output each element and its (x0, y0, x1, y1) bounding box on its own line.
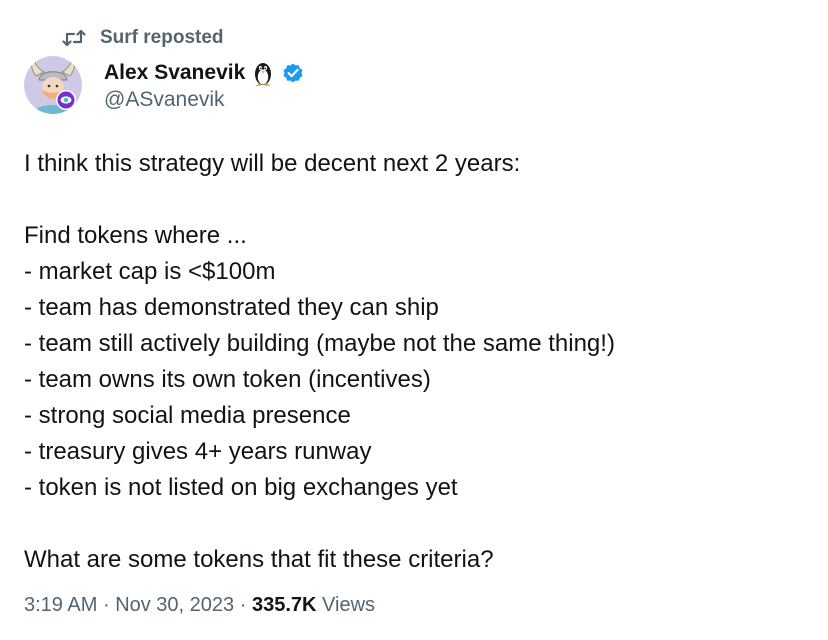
tweet-line: - team has demonstrated they can ship (24, 294, 439, 321)
tweet-date[interactable]: Nov 30, 2023 (115, 594, 234, 616)
meta-separator: · (102, 594, 110, 616)
verified-badge-icon[interactable] (281, 61, 305, 85)
tweet-line: - team owns its own token (incentives) (24, 366, 431, 393)
tweet-line: - market cap is <$100m (24, 258, 276, 285)
author-name-row[interactable]: Alex Svanevik (104, 56, 305, 90)
tweet-line: - treasury gives 4+ years runway (24, 438, 372, 465)
tweet-line: Find tokens where ... (24, 222, 247, 249)
tweet-time[interactable]: 3:19 AM (24, 594, 97, 616)
avatar[interactable] (24, 56, 82, 114)
avatar-image (24, 56, 82, 114)
tweet-line: - strong social media presence (24, 402, 351, 429)
views-label[interactable]: Views (322, 594, 375, 616)
tweet-meta: 3:19 AM · Nov 30, 2023 · 335.7K Views (24, 594, 375, 617)
tweet-line: What are some tokens that fit these crit… (24, 546, 494, 573)
penguin-icon (255, 63, 272, 86)
meta-separator: · (239, 594, 247, 616)
tweet-line: I think this strategy will be decent nex… (24, 150, 521, 177)
repost-label[interactable]: Surf reposted (100, 27, 224, 49)
tweet-line: - token is not listed on big exchanges y… (24, 474, 458, 501)
repost-icon (62, 29, 86, 47)
author-display-name[interactable]: Alex Svanevik (104, 61, 245, 85)
tweet-text: I think this strategy will be decent nex… (24, 146, 814, 578)
views-count[interactable]: 335.7K (252, 594, 317, 616)
tweet-line: - team still actively building (maybe no… (24, 330, 615, 357)
repost-header[interactable]: Surf reposted (62, 26, 224, 50)
author-handle[interactable]: @ASvanevik (104, 88, 225, 112)
